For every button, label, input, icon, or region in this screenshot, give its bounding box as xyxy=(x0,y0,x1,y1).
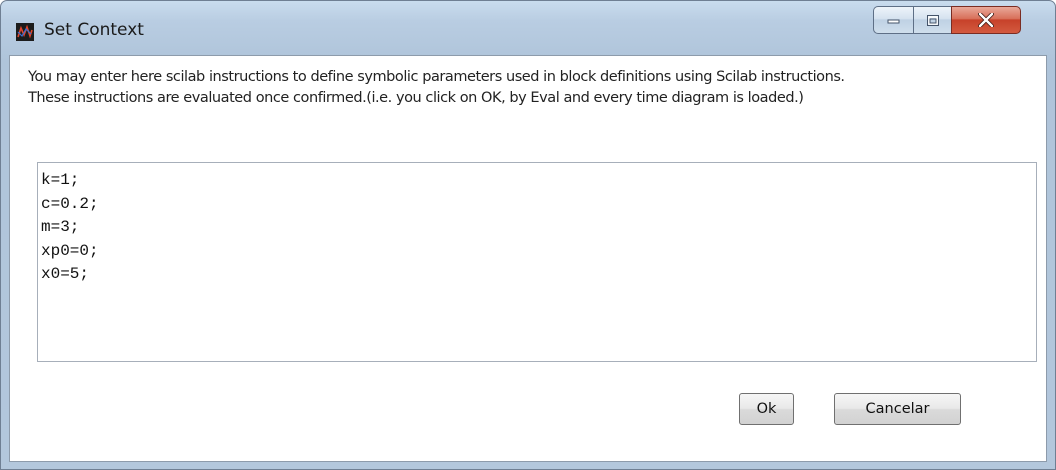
scilab-app-icon xyxy=(16,23,34,41)
instructions-line-2: These instructions are evaluated once co… xyxy=(28,90,804,106)
cancel-button[interactable]: Cancelar xyxy=(834,393,961,425)
instructions-line-1: You may enter here scilab instructions t… xyxy=(28,69,845,85)
context-line: x0=5; xyxy=(41,265,90,283)
context-editor[interactable]: k=1; c=0.2; m=3; xp0=0; x0=5; xyxy=(37,162,1037,362)
close-icon xyxy=(978,13,994,27)
window-title: Set Context xyxy=(44,20,144,40)
minimize-button[interactable] xyxy=(873,6,913,34)
instructions-text: You may enter here scilab instructions t… xyxy=(28,67,1038,109)
set-context-window: Set Context You may enter here scilab in… xyxy=(0,0,1056,470)
context-line: c=0.2; xyxy=(41,194,99,213)
title-bar[interactable]: Set Context xyxy=(1,1,1055,55)
context-line: k=1; xyxy=(41,171,80,189)
maximize-icon xyxy=(926,14,939,26)
context-line: m=3; xyxy=(41,218,80,236)
caption-buttons xyxy=(873,6,1021,34)
minimize-icon xyxy=(887,19,899,24)
context-line: xp0=0; xyxy=(41,241,99,260)
ok-button[interactable]: Ok xyxy=(739,393,794,425)
dialog-content: You may enter here scilab instructions t… xyxy=(9,55,1047,462)
close-button[interactable] xyxy=(951,6,1021,34)
maximize-button[interactable] xyxy=(913,6,951,34)
